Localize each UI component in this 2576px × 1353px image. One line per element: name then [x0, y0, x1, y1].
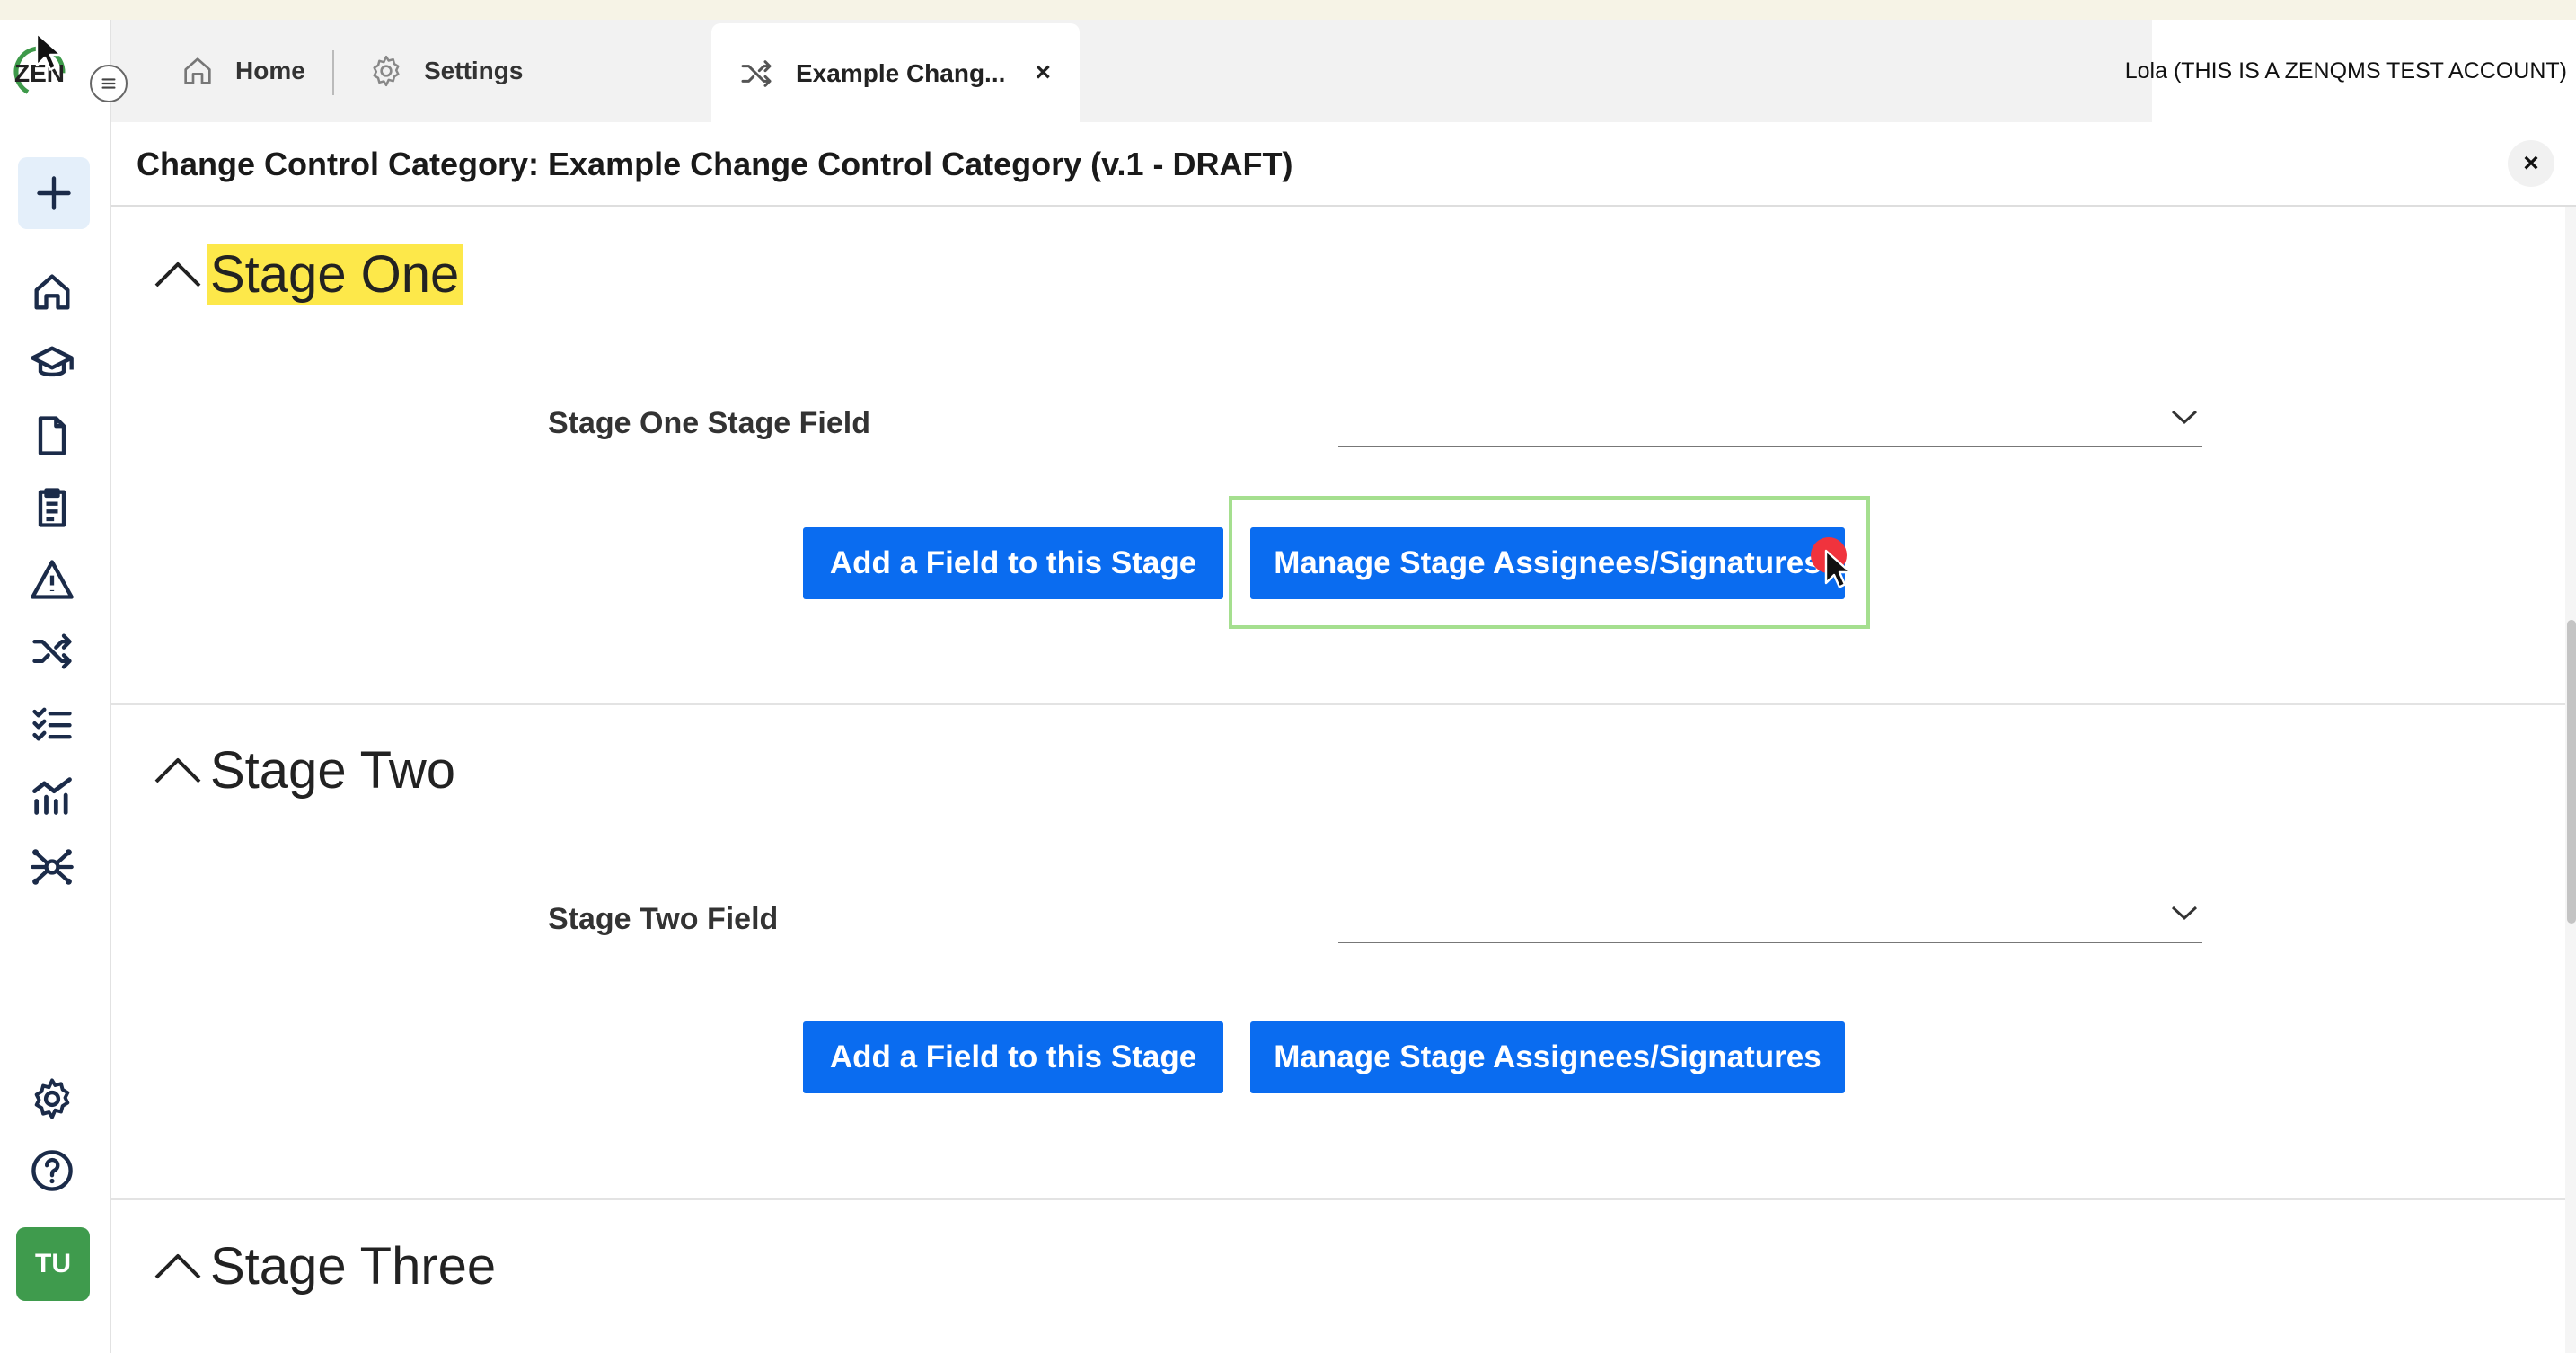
home-icon [184, 57, 211, 84]
close-page-button[interactable]: × [2508, 140, 2554, 187]
chart-icon [32, 777, 72, 815]
sidebar-item-documents[interactable] [25, 409, 79, 463]
tab-home[interactable]: Home [180, 20, 305, 122]
sidebar-item-settings[interactable] [25, 1072, 79, 1126]
stage-field-dropdown[interactable] [1338, 895, 2202, 943]
tab-close-icon[interactable]: × [1035, 57, 1051, 88]
user-avatar[interactable]: TU [16, 1227, 90, 1301]
stage-field-label: Stage One Stage Field [548, 406, 870, 440]
browser-bookmarks-strip [0, 0, 2576, 21]
manage-assignees-button[interactable]: Manage Stage Assignees/Signatures [1250, 1021, 1845, 1093]
stage-field-label: Stage Two Field [548, 902, 779, 936]
warning-triangle-icon [31, 560, 74, 599]
chevron-down-icon [2171, 906, 2198, 921]
account-label[interactable]: Lola (THIS IS A ZENQMS TEST ACCOUNT) [2125, 20, 2576, 122]
chevron-up-icon [154, 1254, 201, 1279]
sidebar-item-help[interactable] [25, 1144, 79, 1198]
mouse-cursor-icon [1824, 549, 1852, 588]
add-field-button[interactable]: Add a Field to this Stage [803, 527, 1223, 599]
sidebar-item-change-control[interactable] [25, 624, 79, 678]
sidebar-item-network[interactable] [25, 840, 79, 894]
stage-divider [111, 703, 2565, 705]
stage-header[interactable]: Stage Three [153, 1227, 499, 1304]
document-icon [38, 416, 66, 455]
checklist-icon [32, 707, 72, 741]
sidebar-item-home[interactable] [25, 265, 79, 319]
stage-title: Stage One [207, 243, 463, 305]
gear-icon [373, 55, 400, 87]
stage-field-dropdown[interactable] [1338, 399, 2202, 447]
sidebar-item-reports[interactable] [25, 768, 79, 822]
plus-icon [37, 176, 71, 210]
graduation-cap-icon [31, 346, 74, 377]
sidebar-item-checklists[interactable] [25, 481, 79, 535]
create-new-button[interactable] [18, 157, 90, 229]
tab-separator [332, 50, 334, 95]
clipboard-checklist-icon [38, 488, 66, 527]
stage-title: Stage Three [210, 1236, 497, 1296]
manage-assignees-button[interactable]: Manage Stage Assignees/Signatures [1250, 527, 1845, 599]
stage-header[interactable]: Stage Two [153, 731, 459, 809]
tab-bar: Home Settings Example Chang... × Lola (T… [111, 20, 2576, 124]
tab-active-label: Example Chang... [796, 59, 1006, 87]
gear-icon [34, 1078, 70, 1119]
sidebar-item-training[interactable] [25, 337, 79, 391]
chevron-up-icon [154, 758, 201, 783]
hamburger-icon [101, 78, 116, 89]
home-icon [34, 274, 70, 310]
scrollbar-thumb[interactable] [2567, 620, 2576, 924]
stage-title: Stage Two [210, 740, 456, 800]
page-title: Change Control Category: Example Change … [137, 146, 1293, 182]
tab-settings-label: Settings [424, 57, 524, 84]
help-icon [31, 1150, 73, 1191]
network-icon [31, 849, 74, 885]
collapse-menu-button[interactable] [90, 65, 128, 102]
shuffle-icon [32, 633, 72, 669]
mouse-cursor-icon [35, 31, 63, 71]
page-header: Change Control Category: Example Change … [111, 122, 2576, 207]
add-field-button[interactable]: Add a Field to this Stage [803, 1021, 1223, 1093]
tab-home-label: Home [235, 57, 305, 84]
chevron-down-icon [2171, 410, 2198, 425]
stage-header[interactable]: Stage One [153, 235, 463, 313]
stage-divider [111, 1198, 2565, 1200]
tab-example-change-control[interactable]: Example Chang... × [711, 23, 1080, 124]
chevron-up-icon [154, 262, 201, 287]
shuffle-icon [741, 60, 772, 87]
tab-settings[interactable]: Settings [368, 20, 523, 122]
stages-panel: Stage One Stage One Stage Field Add a Fi… [111, 207, 2565, 1353]
sidebar-item-tasks[interactable] [25, 696, 79, 750]
sidebar-item-deviations[interactable] [25, 553, 79, 606]
